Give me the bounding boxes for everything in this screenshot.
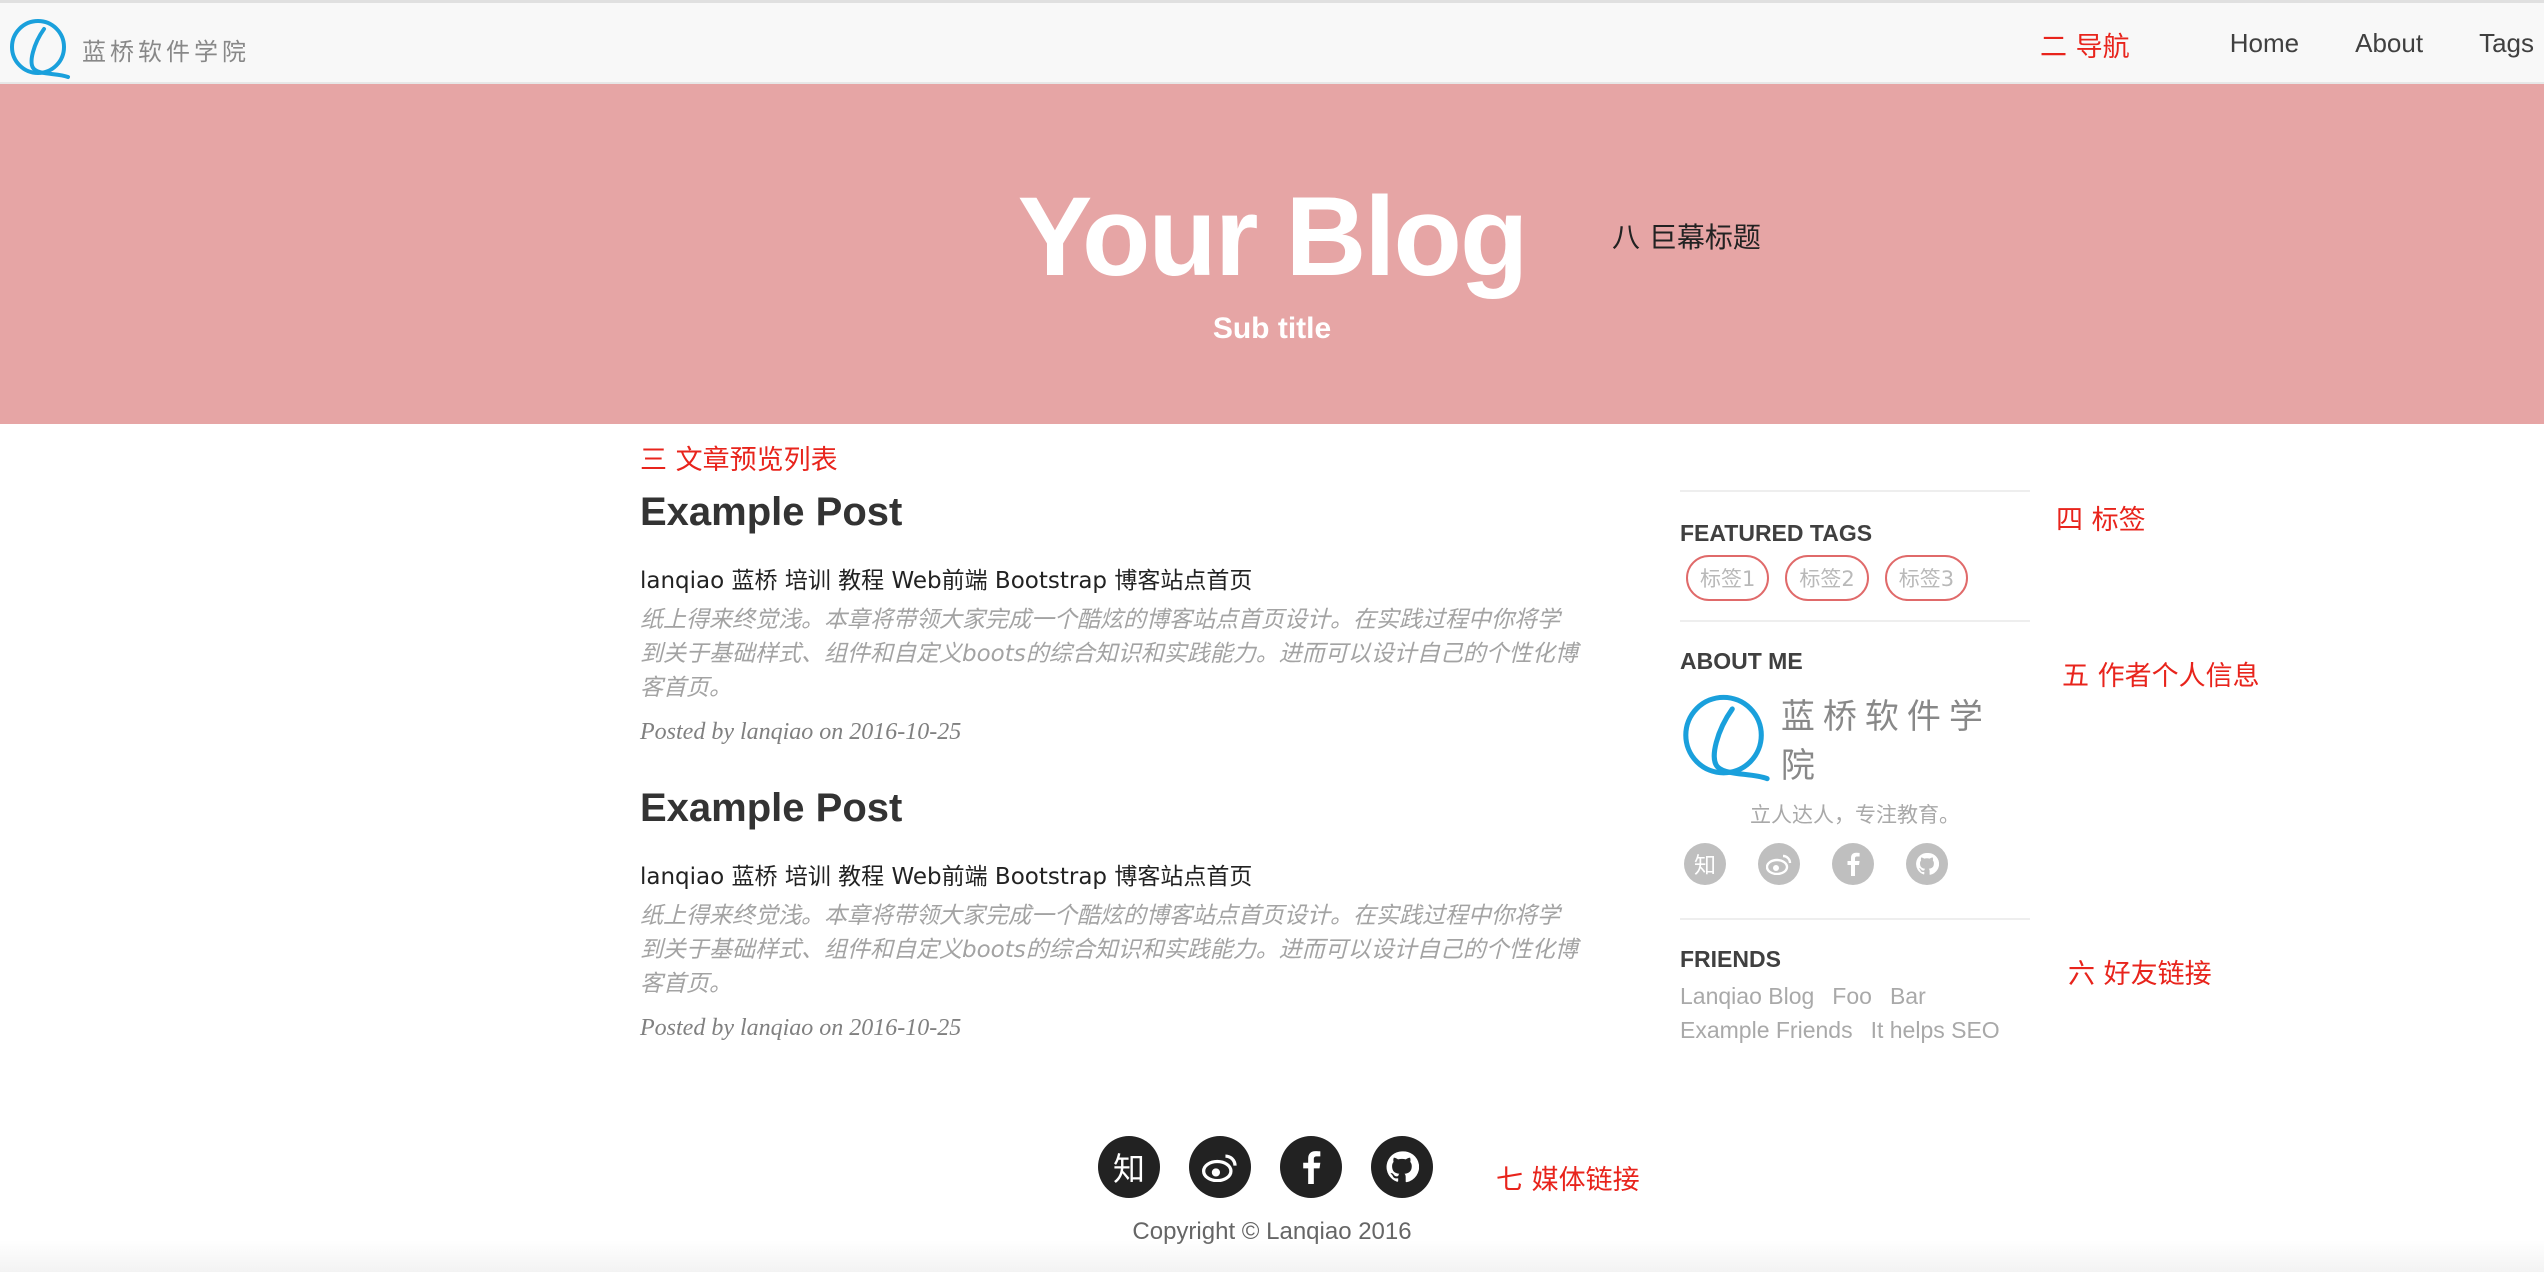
featured-tags-heading: FEATURED TAGS xyxy=(1680,520,1873,546)
zhihu-glyph: 知 xyxy=(1112,1150,1145,1188)
friend-link[interactable]: Example Friends xyxy=(1680,1017,1853,1043)
friend-link[interactable]: Lanqiao Blog xyxy=(1680,983,1814,1009)
nav-links: Home About Tags xyxy=(2174,3,2534,83)
about-annotation: 五 作者个人信息 xyxy=(2062,661,2260,692)
zhihu-icon[interactable]: 知 xyxy=(1684,843,1726,885)
post-subtitle: lanqiao 蓝桥 培训 教程 Web前端 Bootstrap 博客站点首页 xyxy=(640,568,1253,594)
tag-chip[interactable]: 标签1 xyxy=(1686,555,1770,601)
post-meta: Posted by lanqiao on 2016-10-25 xyxy=(640,719,962,745)
media-links-annotation: 七 媒体链接 xyxy=(1496,1165,1640,1196)
post-list: Example Post lanqiao 蓝桥 培训 教程 Web前端 Boot… xyxy=(640,430,1590,1064)
about-brand-text: 蓝桥软件学院 xyxy=(1780,697,1991,786)
friends-list: Lanqiao Blog Foo Bar Example Friends It hel… xyxy=(1680,979,2040,1047)
post-subtitle: lanqiao 蓝桥 培训 教程 Web前端 Bootstrap 博客站点首页 xyxy=(640,864,1253,890)
github-icon[interactable] xyxy=(1906,843,1948,885)
post-meta: Posted by lanqiao on 2016-10-25 xyxy=(640,1015,962,1041)
friends-annotation: 六 好友链接 xyxy=(2068,959,2212,990)
friends-section: FRIENDS Lanqiao Blog Foo Bar Example Frien… xyxy=(1680,918,2030,1047)
tag-chip[interactable]: 标签2 xyxy=(1785,555,1869,601)
zhihu-icon[interactable]: 知 xyxy=(1098,1136,1160,1198)
lanqiao-logo-icon xyxy=(1683,694,1770,782)
zhihu-glyph: 知 xyxy=(1693,854,1716,879)
footer-social-links: 知 xyxy=(1098,1136,1462,1198)
github-glyph xyxy=(1386,1151,1419,1183)
weibo-icon[interactable] xyxy=(1758,843,1800,885)
lanqiao-logo-icon xyxy=(10,19,70,79)
facebook-glyph xyxy=(1303,1151,1321,1184)
nav-annotation: 二 导航 xyxy=(2040,32,2130,63)
github-glyph xyxy=(1916,852,1939,875)
facebook-glyph xyxy=(1847,852,1860,876)
about-motto: 立人达人，专注教育。 xyxy=(1750,803,1960,827)
brand-link[interactable]: 蓝桥软件学院 xyxy=(8,17,250,81)
hero-jumbotron: Your Blog Sub title 八 巨幕标题 xyxy=(0,84,2544,424)
about-me-heading: ABOUT ME xyxy=(1680,648,1803,674)
nav-tags-link[interactable]: Tags xyxy=(2479,28,2534,59)
friend-link[interactable]: It helps SEO xyxy=(1871,1017,2000,1043)
nav-home-link[interactable]: Home xyxy=(2230,28,2299,59)
about-me-section: ABOUT ME 蓝桥软件学院 立人达人，专注教育。 知 xyxy=(1680,620,2030,918)
friends-heading: FRIENDS xyxy=(1680,946,1781,972)
facebook-icon[interactable] xyxy=(1280,1136,1342,1198)
github-icon[interactable] xyxy=(1371,1136,1433,1198)
facebook-icon[interactable] xyxy=(1832,843,1874,885)
hero-subtitle: Sub title xyxy=(1212,312,1332,345)
weibo-glyph xyxy=(1766,854,1792,875)
post-preview[interactable]: Example Post lanqiao 蓝桥 培训 教程 Web前端 Boot… xyxy=(640,490,1590,746)
post-title[interactable]: Example Post xyxy=(640,490,1590,535)
sidebar: FEATURED TAGS 标签1 标签2 标签3 ABOUT ME 蓝桥软件学院 … xyxy=(1680,490,2030,1047)
post-excerpt: 纸上得来终觉浅。本章将带领大家完成一个酷炫的博客站点首页设计。在实践过程中你将学… xyxy=(640,607,1578,701)
hero-title: Your Blog xyxy=(1017,174,1529,299)
friend-link[interactable]: Foo xyxy=(1832,983,1872,1009)
weibo-icon[interactable] xyxy=(1189,1136,1251,1198)
bottom-shadow xyxy=(0,1240,2544,1272)
tags-annotation: 四 标签 xyxy=(2056,505,2146,536)
tag-chip[interactable]: 标签3 xyxy=(1884,555,1969,601)
weibo-glyph xyxy=(1202,1154,1237,1182)
post-preview[interactable]: Example Post lanqiao 蓝桥 培训 教程 Web前端 Boot… xyxy=(640,786,1590,1042)
featured-tags-section: FEATURED TAGS 标签1 标签2 标签3 xyxy=(1680,490,2030,620)
post-title[interactable]: Example Post xyxy=(640,786,1590,831)
post-excerpt: 纸上得来终觉浅。本章将带领大家完成一个酷炫的博客站点首页设计。在实践过程中你将学… xyxy=(640,903,1578,997)
about-logo: 蓝桥软件学院 xyxy=(1680,689,2030,787)
tag-list: 标签1 标签2 标签3 xyxy=(1686,555,2030,601)
navbar: 蓝桥软件学院 二 导航 Home About Tags xyxy=(0,0,2544,84)
about-social-links: 知 xyxy=(1680,843,2030,885)
friend-link[interactable]: Bar xyxy=(1890,983,1926,1009)
brand-text: 蓝桥软件学院 xyxy=(82,37,250,66)
nav-about-link[interactable]: About xyxy=(2355,28,2423,59)
hero-annotation: 八 巨幕标题 xyxy=(1612,221,1761,254)
